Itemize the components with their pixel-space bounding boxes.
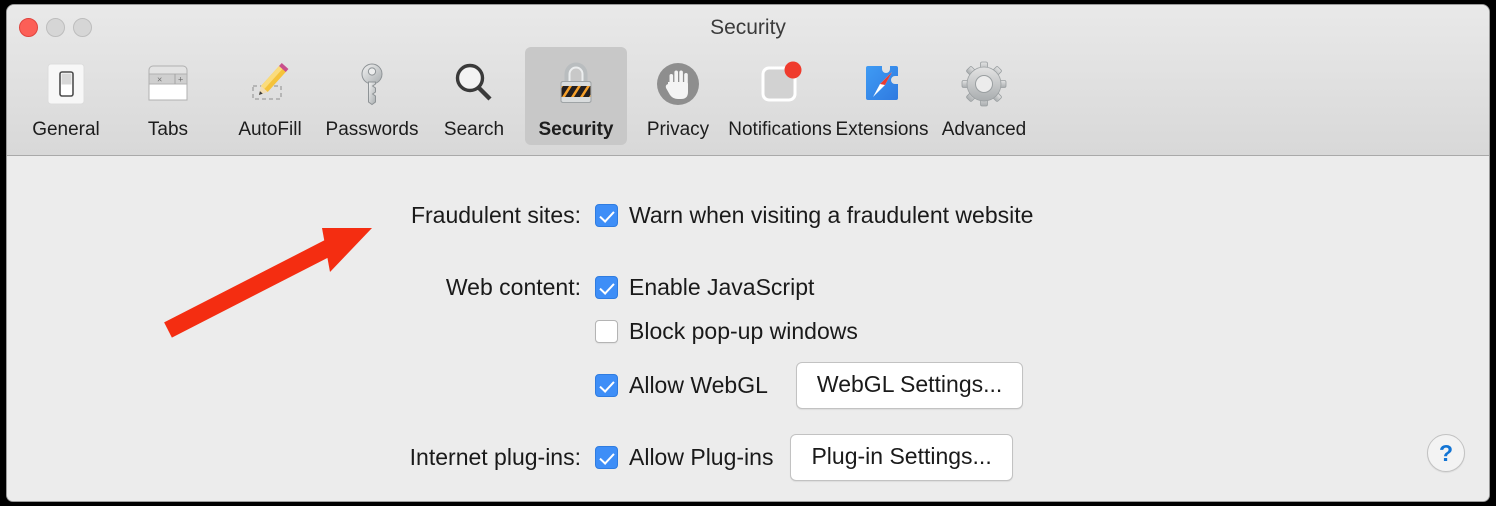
pencil-icon xyxy=(239,53,301,115)
checkbox-block-popup-windows[interactable] xyxy=(595,320,618,343)
toolbar-label: Passwords xyxy=(325,119,419,140)
plugin-settings-button[interactable]: Plug-in Settings... xyxy=(790,434,1013,481)
svg-text:×: × xyxy=(157,75,162,85)
toolbar-item-security[interactable]: Security xyxy=(525,47,627,145)
browser-tabs-icon: × + xyxy=(137,53,199,115)
toolbar-item-autofill[interactable]: AutoFill xyxy=(219,47,321,145)
pref-row-allow-plugins: Internet plug-ins: Allow Plug-ins Plug-i… xyxy=(7,434,1013,481)
svg-text:+: + xyxy=(178,75,183,85)
window-title: Security xyxy=(710,16,786,39)
toolbar-label: Advanced xyxy=(941,119,1027,140)
row-label-fraudulent-sites: Fraudulent sites: xyxy=(410,202,581,228)
pref-row-enable-javascript: Web content: Enable JavaScript xyxy=(7,274,815,301)
checkbox-warn-fraudulent-website[interactable] xyxy=(595,204,618,227)
toolbar-item-tabs[interactable]: × + Tabs xyxy=(117,47,219,145)
toolbar-label: Privacy xyxy=(646,119,710,140)
title-bar: Security General × + Tabs AutoFill Passw… xyxy=(7,5,1489,156)
checkbox-label: Enable JavaScript xyxy=(629,274,815,300)
toolbar-item-search[interactable]: Search xyxy=(423,47,525,145)
gear-icon xyxy=(953,53,1015,115)
checkbox-label: Block pop-up windows xyxy=(629,318,858,344)
toolbar-item-privacy[interactable]: Privacy xyxy=(627,47,729,145)
toolbar-label: AutoFill xyxy=(238,119,302,140)
help-button[interactable]: ? xyxy=(1427,434,1465,472)
toolbar-item-general[interactable]: General xyxy=(15,47,117,145)
toolbar-label: Tabs xyxy=(147,119,189,140)
toolbar-item-notifications[interactable]: Notifications xyxy=(728,47,832,145)
checkbox-enable-javascript[interactable] xyxy=(595,276,618,299)
checkbox-allow-plugins[interactable] xyxy=(595,446,618,469)
notification-badge-icon xyxy=(749,53,811,115)
toolbar-item-extensions[interactable]: Extensions xyxy=(831,47,933,145)
magnifier-icon xyxy=(443,53,505,115)
toolbar-label: Security xyxy=(538,119,614,140)
pref-row-fraudulent-sites: Fraudulent sites: Warn when visiting a f… xyxy=(7,202,1033,229)
padlock-icon xyxy=(545,53,607,115)
pref-row-allow-webgl: Allow WebGL WebGL Settings... xyxy=(7,362,1024,409)
row-label-web-content: Web content: xyxy=(445,274,581,300)
webgl-settings-button[interactable]: WebGL Settings... xyxy=(795,362,1024,409)
checkbox-label: Allow Plug-ins xyxy=(629,444,774,470)
toolbar-label: General xyxy=(32,119,100,140)
checkbox-label: Allow WebGL xyxy=(629,372,768,398)
puzzle-compass-icon xyxy=(851,53,913,115)
preferences-window: Security General × + Tabs AutoFill Passw… xyxy=(6,4,1490,502)
security-preferences-pane: Fraudulent sites: Warn when visiting a f… xyxy=(7,156,1489,501)
toolbar-item-passwords[interactable]: Passwords xyxy=(321,47,423,145)
toolbar-label: Search xyxy=(443,119,505,140)
toolbar-label: Notifications xyxy=(728,119,832,140)
preferences-toolbar: General × + Tabs AutoFill Passwords Sear… xyxy=(15,47,1035,145)
row-label-internet-plugins: Internet plug-ins: xyxy=(409,444,581,470)
toolbar-item-advanced[interactable]: Advanced xyxy=(933,47,1035,145)
toolbar-label: Extensions xyxy=(835,119,929,140)
checkbox-allow-webgl[interactable] xyxy=(595,374,618,397)
key-icon xyxy=(341,53,403,115)
hand-icon xyxy=(647,53,709,115)
light-switch-icon xyxy=(35,53,97,115)
pref-row-block-popups: Block pop-up windows xyxy=(7,318,858,345)
checkbox-label: Warn when visiting a fraudulent website xyxy=(629,202,1034,228)
